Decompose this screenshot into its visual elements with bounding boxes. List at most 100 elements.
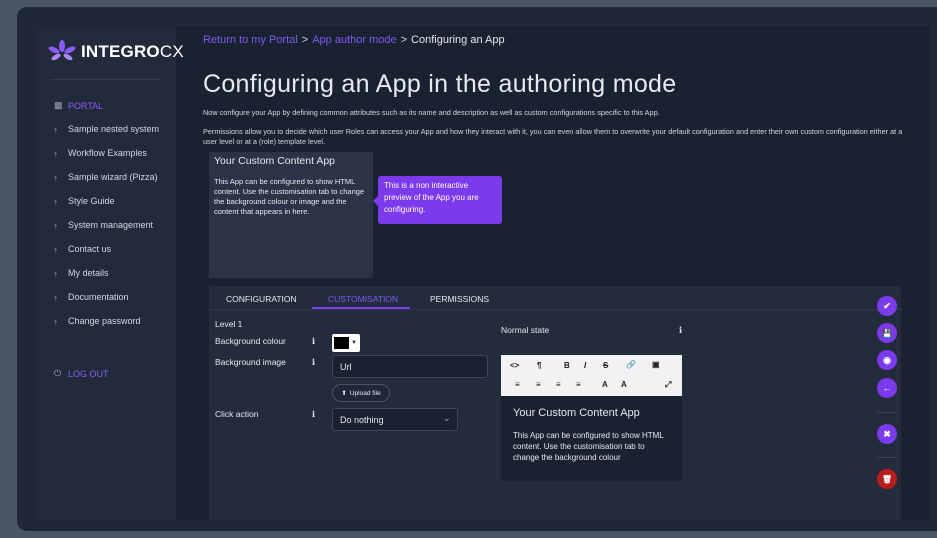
sidebar-item-my-details[interactable]: › My details bbox=[54, 268, 109, 278]
background-colour-label: Background colour bbox=[215, 336, 286, 346]
save-button[interactable]: ✔ bbox=[877, 296, 897, 316]
info-icon[interactable]: i bbox=[312, 409, 315, 419]
align-right-icon[interactable]: ≡ bbox=[556, 380, 561, 389]
tabs-divider bbox=[209, 309, 901, 310]
chevron-right-icon: › bbox=[54, 268, 57, 278]
bold-icon[interactable]: B bbox=[564, 361, 570, 370]
sidebar-item-label: LOG OUT bbox=[68, 368, 109, 379]
grid-icon: ▩ bbox=[54, 100, 63, 110]
align-left-icon[interactable]: ≡ bbox=[515, 380, 520, 389]
logo-text: INTEGROCX bbox=[81, 42, 184, 61]
chevron-right-icon: › bbox=[54, 172, 57, 182]
sidebar-item-system-management[interactable]: › System management bbox=[54, 220, 153, 230]
chevron-right-icon: › bbox=[54, 196, 57, 206]
sidebar-item-label: Style Guide bbox=[68, 196, 115, 206]
sidebar-item-workflow-examples[interactable]: › Workflow Examples bbox=[54, 148, 147, 158]
sidebar-item-style-guide[interactable]: › Style Guide bbox=[54, 196, 115, 206]
upload-icon: ⬆ bbox=[341, 390, 347, 397]
chevron-right-icon: › bbox=[54, 292, 57, 302]
power-icon: ⏻ bbox=[54, 368, 62, 378]
sidebar-item-sample-nested-system[interactable]: › Sample nested system bbox=[54, 124, 159, 134]
preview-button[interactable]: ◉ bbox=[877, 350, 897, 370]
preview-body: This App can be configured to show HTML … bbox=[214, 177, 365, 216]
actions-divider bbox=[877, 457, 897, 458]
sidebar-item-label: Sample wizard (Pizza) bbox=[68, 172, 158, 182]
breadcrumb: Return to my Portal > App author mode > Conf… bbox=[203, 34, 505, 46]
arrow-left-icon: ← bbox=[882, 383, 892, 393]
breadcrumb-link-portal[interactable]: Return to my Portal bbox=[203, 34, 298, 46]
italic-icon[interactable]: I bbox=[584, 361, 586, 370]
info-icon[interactable]: i bbox=[312, 336, 315, 346]
chevron-right-icon: › bbox=[54, 316, 57, 326]
sidebar-item-label: My details bbox=[68, 268, 109, 278]
click-action-value: Do nothing bbox=[340, 415, 384, 425]
info-icon[interactable]: i bbox=[312, 357, 315, 367]
code-view-icon[interactable]: <> bbox=[510, 361, 519, 370]
chevron-right-icon: › bbox=[54, 220, 57, 230]
sidebar-item-label: Contact us bbox=[68, 244, 112, 254]
editor-toolbar: <> ¶ B I S 🔗 ▣ ≡ ≡ ≡ ≡ A A ⤢ bbox=[501, 355, 682, 396]
integro-logo-icon bbox=[48, 40, 76, 61]
colour-swatch bbox=[334, 337, 349, 349]
app-preview: Your Custom Content App This App can be … bbox=[209, 152, 373, 278]
save-draft-button[interactable]: 💾 bbox=[877, 323, 897, 343]
background-image-url-input[interactable]: Url bbox=[332, 355, 488, 378]
level-label: Level 1 bbox=[215, 319, 243, 329]
actions-divider bbox=[877, 412, 897, 413]
sidebar-item-logout[interactable]: ⏻ LOG OUT bbox=[54, 368, 109, 379]
preview-title: Your Custom Content App bbox=[214, 155, 336, 167]
upload-file-button[interactable]: ⬆ Upload file bbox=[332, 384, 390, 402]
align-justify-icon[interactable]: ≡ bbox=[576, 380, 581, 389]
sidebar-item-label: System management bbox=[68, 220, 154, 230]
floppy-icon: 💾 bbox=[882, 328, 892, 338]
breadcrumb-separator: > bbox=[301, 34, 309, 46]
chevron-down-icon: ⌄ bbox=[442, 413, 451, 424]
breadcrumb-current: Configuring an App bbox=[411, 34, 505, 46]
preview-tooltip: This is a non interactive preview of the… bbox=[373, 176, 502, 224]
chevron-right-icon: › bbox=[54, 244, 57, 254]
sidebar-item-sample-wizard[interactable]: › Sample wizard (Pizza) bbox=[54, 172, 158, 182]
strikethrough-icon[interactable]: S bbox=[603, 361, 608, 370]
info-icon[interactable]: i bbox=[679, 325, 682, 335]
image-icon[interactable]: ▣ bbox=[652, 360, 660, 369]
background-image-label: Background image bbox=[215, 357, 286, 367]
cancel-button[interactable]: ✖ bbox=[877, 424, 897, 444]
check-icon: ✔ bbox=[883, 300, 891, 311]
sidebar-divider bbox=[50, 79, 160, 80]
breadcrumb-link-author-mode[interactable]: App author mode bbox=[312, 34, 396, 46]
trash-icon: 🗑 bbox=[881, 474, 893, 484]
sidebar-item-contact-us[interactable]: › Contact us bbox=[54, 244, 111, 254]
chevron-right-icon: › bbox=[54, 148, 57, 158]
click-action-label: Click action bbox=[215, 409, 259, 419]
paragraph-icon[interactable]: ¶ bbox=[537, 361, 541, 370]
background-colour-picker[interactable]: ▼ bbox=[332, 334, 360, 352]
editor-content-body: This App can be configured to show HTML … bbox=[513, 431, 664, 462]
sidebar-item-label: Documentation bbox=[68, 292, 129, 302]
tab-permissions[interactable]: PERMISSIONS bbox=[430, 294, 489, 304]
tab-configuration[interactable]: CONFIGURATION bbox=[226, 294, 297, 304]
page-permissions-text: Permissions allow you to decide which us… bbox=[203, 127, 903, 146]
delete-button[interactable]: 🗑 bbox=[877, 469, 897, 489]
link-icon[interactable]: 🔗 bbox=[626, 360, 636, 369]
sidebar-item-label: PORTAL bbox=[68, 100, 104, 111]
caret-down-icon: ▼ bbox=[351, 340, 357, 346]
sidebar-item-label: Change password bbox=[68, 316, 141, 326]
sidebar-item-label: Workflow Examples bbox=[68, 148, 147, 158]
align-center-icon[interactable]: ≡ bbox=[536, 380, 541, 389]
close-icon: ✖ bbox=[883, 428, 891, 439]
upload-file-label: Upload file bbox=[349, 389, 381, 397]
sidebar-item-label: Sample nested system bbox=[68, 124, 160, 134]
sidebar-item-documentation[interactable]: › Documentation bbox=[54, 292, 129, 302]
eye-icon: ◉ bbox=[883, 354, 891, 365]
fullscreen-icon[interactable]: ⤢ bbox=[665, 380, 671, 390]
normal-state-label: Normal state bbox=[501, 325, 550, 335]
logo[interactable]: INTEGROCX bbox=[48, 40, 184, 64]
text-color-icon[interactable]: A bbox=[602, 380, 608, 389]
background-color-icon[interactable]: A bbox=[621, 380, 627, 389]
click-action-select[interactable]: Do nothing ⌄ bbox=[332, 408, 458, 431]
breadcrumb-separator: > bbox=[400, 34, 408, 46]
back-button[interactable]: ← bbox=[877, 378, 897, 398]
sidebar-item-portal[interactable]: ▩ PORTAL bbox=[54, 100, 103, 111]
tab-customisation[interactable]: CUSTOMISATION bbox=[328, 294, 398, 304]
sidebar-item-change-password[interactable]: › Change password bbox=[54, 316, 141, 326]
